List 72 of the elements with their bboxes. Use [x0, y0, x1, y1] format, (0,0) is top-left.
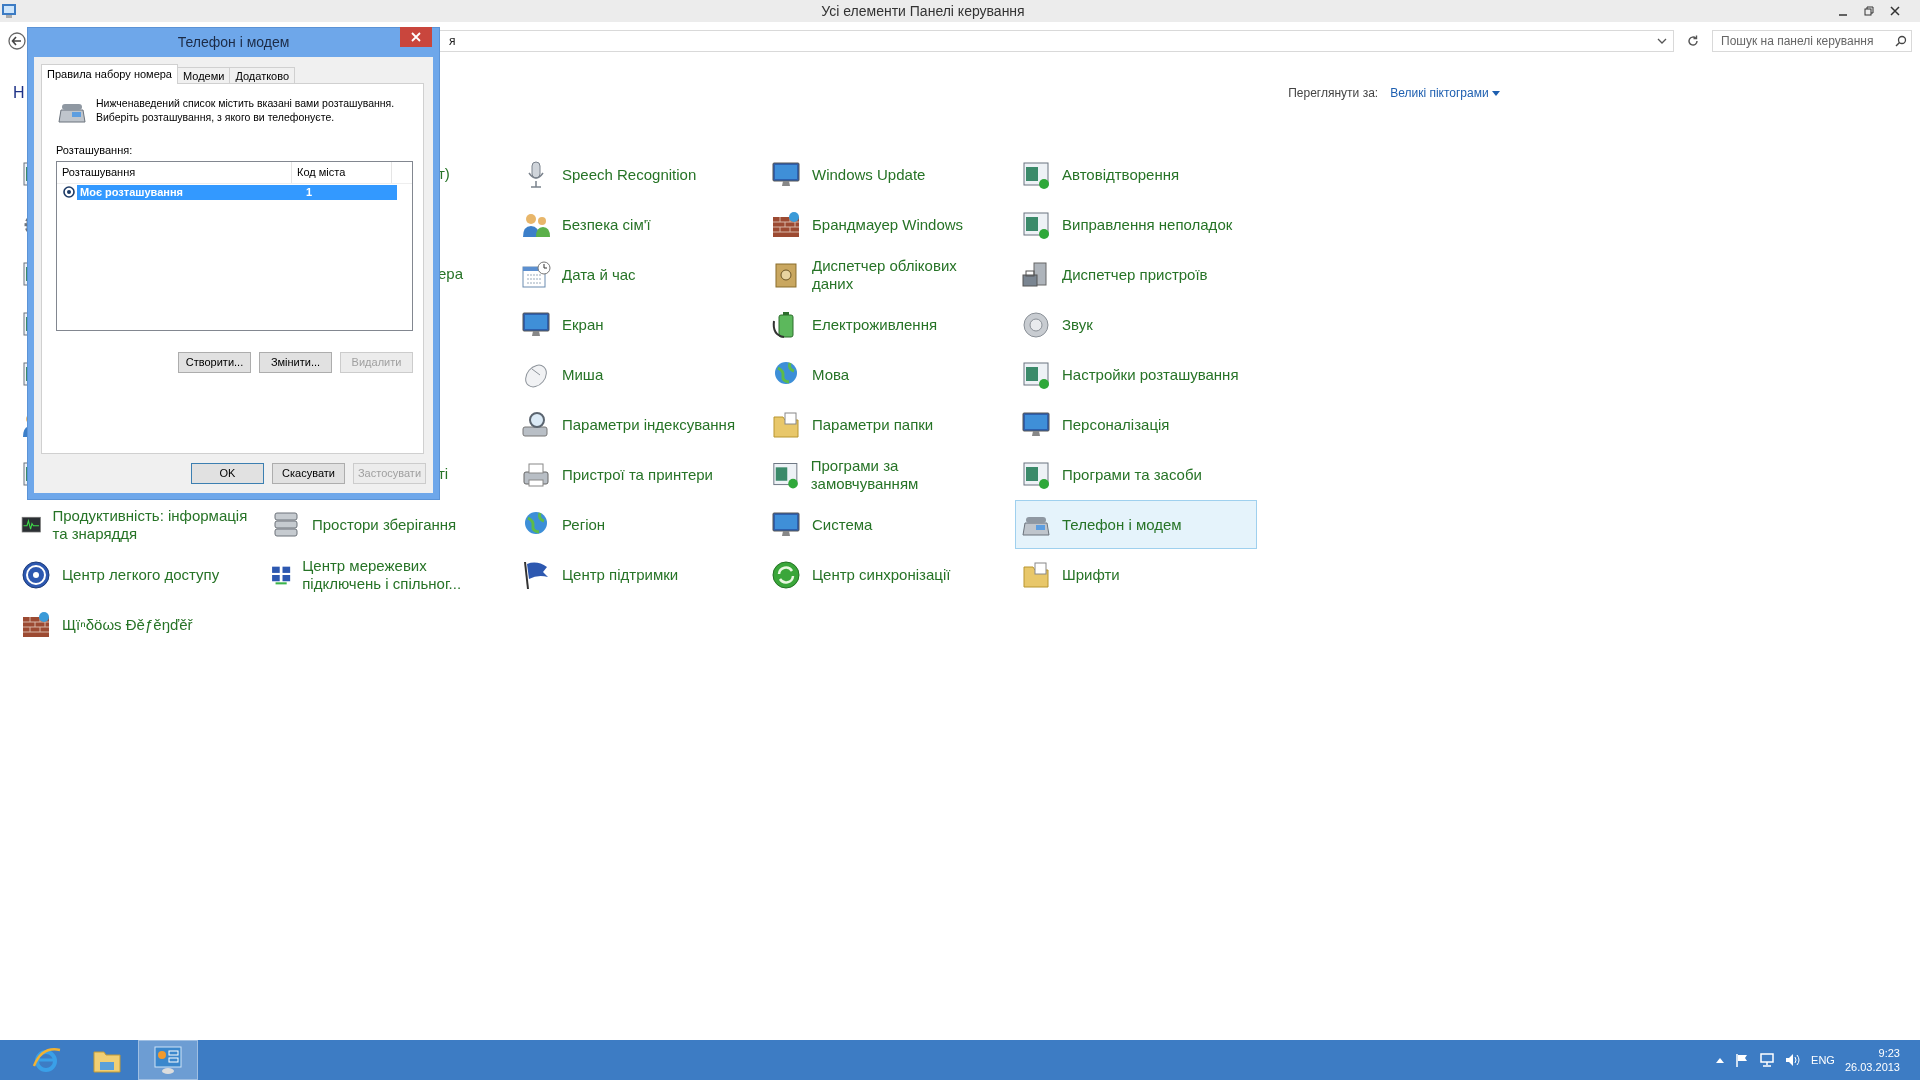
tab[interactable]: Правила набору номера [41, 64, 178, 84]
restore-icon [1864, 6, 1874, 16]
control-panel-item[interactable]: Центр підтримки [515, 550, 757, 599]
control-panel-item[interactable]: Дата й час [515, 250, 757, 299]
control-panel-item[interactable]: Windows Update [765, 150, 1007, 199]
control-panel-item[interactable]: Регіон [515, 500, 757, 549]
search-icon [1895, 35, 1907, 47]
dialog-button[interactable]: Створити... [178, 351, 251, 373]
show-hidden-icons-icon[interactable] [1715, 1056, 1726, 1064]
control-panel-item[interactable]: Speech Recognition [515, 150, 757, 199]
control-panel-item[interactable]: Автовідтворення [1015, 150, 1257, 199]
dialog-button[interactable]: OK [191, 463, 264, 484]
taskbar-app-button[interactable] [138, 1040, 198, 1080]
control-panel-item[interactable]: Центр мережевих підключень і спільног... [265, 550, 507, 599]
language-indicator[interactable]: ENG [1811, 1051, 1835, 1069]
control-panel-item[interactable]: Настройки розташування [1015, 350, 1257, 399]
column-header[interactable]: Код міста [292, 161, 392, 183]
back-icon[interactable] [8, 32, 26, 50]
window-title: Усі елементи Панелі керування [820, 1, 1026, 21]
page-heading: Н [13, 83, 25, 103]
control-panel-item[interactable]: Звук [1015, 300, 1257, 349]
view-mode-link[interactable]: Великі піктограми [1390, 84, 1500, 102]
control-panel-item[interactable]: Безпека сім'ї [515, 200, 757, 249]
control-panel-item[interactable]: Диспетчер пристроїв [1015, 250, 1257, 299]
control-panel-icon [2, 4, 16, 18]
control-panel-item[interactable]: Простори зберігання [265, 500, 507, 549]
flag-icon[interactable] [1735, 1053, 1750, 1067]
control-panel-item[interactable]: Центр синхронізації [765, 550, 1007, 599]
control-panel-item[interactable]: Мова [765, 350, 1007, 399]
control-panel-item[interactable]: Продуктивність: інформація та знаряддя [15, 500, 257, 549]
close-icon [411, 32, 421, 42]
sync-icon [770, 558, 802, 591]
control-panel-item[interactable]: Виправлення неполадок [1015, 200, 1257, 249]
caret-icon [1492, 91, 1500, 97]
control-panel-item[interactable]: Щїⁿδöωs Ðěƒěŋďěř [15, 600, 257, 649]
caret-icon[interactable] [1657, 37, 1667, 45]
dialog-title: Телефон і модем [177, 33, 290, 52]
view-by-label: Переглянути за: [1288, 85, 1379, 102]
search-field[interactable]: Пошук на панелі керування [1712, 30, 1912, 52]
control-panel-item[interactable]: Параметри папки [765, 400, 1007, 449]
close-icon [1890, 6, 1900, 16]
network-icon[interactable] [1759, 1052, 1776, 1068]
clock[interactable]: 9:23 26.03.2013 [1844, 1046, 1900, 1074]
control-panel-item[interactable]: Пристрої та принтери [515, 450, 757, 499]
control-panel-item[interactable]: Програми за замовчуванням [765, 450, 1007, 499]
location-name: Моє розташування [79, 184, 184, 200]
column-header[interactable]: Розташування [57, 161, 292, 183]
description-text: Нижченаведений список містить вказані вами розташування. Виберіть розташування, з якого ви телефонуєте. [96, 96, 395, 124]
calendar-icon [520, 258, 552, 291]
speaker-icon[interactable] [1785, 1053, 1802, 1067]
control-panel-item[interactable]: Брандмауер Windows [765, 200, 1007, 249]
control-panel-item[interactable]: Електроживлення [765, 300, 1007, 349]
control-panel-item[interactable]: Телефон і модем [1015, 500, 1257, 549]
control-panel-item[interactable]: Диспетчер облікових даних [765, 250, 1007, 299]
control-panel-item[interactable]: Персоналізація [1015, 400, 1257, 449]
control-panel-icon [152, 1044, 184, 1076]
locations-list[interactable]: Розташування Код міста Моє розташування 1 [56, 160, 413, 331]
dialog-button[interactable]: Змінити... [259, 351, 332, 373]
refresh-icon[interactable] [1686, 34, 1700, 48]
control-panel-item[interactable]: Система [765, 500, 1007, 549]
control-panel-item[interactable]: Програми та засоби [1015, 450, 1257, 499]
control-panel-item[interactable]: Миша [515, 350, 757, 399]
accessibility-icon [20, 558, 52, 591]
close-button[interactable] [400, 27, 432, 47]
dialog-button[interactable]: Скасувати [272, 463, 345, 484]
control-panel-item[interactable]: Параметри індексування [515, 400, 757, 449]
list-label: Розташування: [56, 143, 134, 158]
control-panel-item[interactable]: Екран [515, 300, 757, 349]
minimize-icon [1839, 14, 1847, 16]
control-panel-item[interactable]: Шрифти [1015, 550, 1257, 599]
area-code: 1 [306, 184, 313, 200]
control-panel-item[interactable]: Центр легкого доступу [15, 550, 257, 599]
